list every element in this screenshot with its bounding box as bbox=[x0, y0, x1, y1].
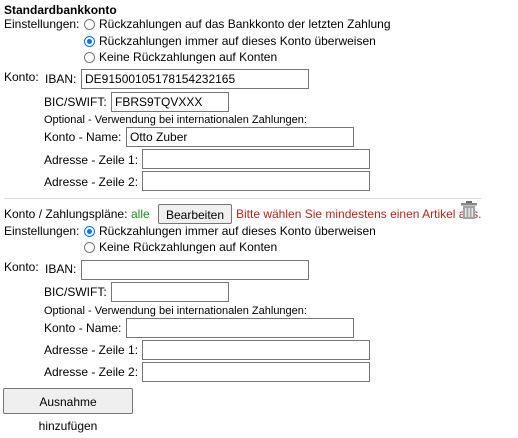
radio-no-refunds[interactable] bbox=[84, 52, 95, 63]
radio-always-this-account-2[interactable] bbox=[84, 226, 95, 237]
radio-last-payment-account[interactable] bbox=[84, 19, 95, 30]
settings-label-2: Einstellungen: bbox=[4, 224, 80, 238]
optional-note: Optional - Verwendung bei internationale… bbox=[44, 114, 307, 126]
settings-label: Einstellungen: bbox=[4, 17, 80, 31]
add-exception-button[interactable]: Ausnahme hinzufügen bbox=[3, 388, 133, 433]
bic-label: BIC/SWIFT: bbox=[44, 95, 107, 109]
account-name-input[interactable]: Otto Zuber bbox=[126, 127, 354, 147]
radio-label-last-payment-account: Rückzahlungen auf das Bankkonto der letz… bbox=[99, 17, 391, 31]
address-line1-input[interactable] bbox=[142, 149, 370, 169]
payment-plans-label: Konto / Zahlungspläne: bbox=[4, 207, 128, 221]
konto-label-2: Konto: bbox=[4, 260, 39, 274]
iban-label: IBAN: bbox=[45, 72, 77, 86]
section-divider bbox=[4, 198, 481, 199]
address-line1-label: Adresse - Zeile 1: bbox=[44, 153, 139, 167]
radio-label-no-refunds: Keine Rückzahlungen auf Konten bbox=[99, 50, 278, 64]
account-name-label: Konto - Name: bbox=[44, 130, 122, 144]
account-name-label-2: Konto - Name: bbox=[44, 321, 122, 335]
konto-label: Konto: bbox=[4, 70, 39, 84]
payment-plans-value: alle bbox=[131, 207, 150, 221]
account-name-input-2[interactable] bbox=[126, 318, 354, 338]
radio-label-always-this-account-2: Rückzahlungen immer auf dieses Konto übe… bbox=[99, 224, 376, 238]
bic-input[interactable]: FBRS9TQVXXX bbox=[111, 92, 229, 112]
address-line2-input[interactable] bbox=[142, 171, 370, 191]
radio-no-refunds-2[interactable] bbox=[84, 242, 95, 253]
edit-button[interactable]: Bearbeiten bbox=[158, 204, 232, 224]
iban-input-2[interactable] bbox=[81, 260, 309, 280]
warning-message: Bitte wählen Sie mindestens einen Artike… bbox=[236, 207, 482, 221]
address-line2-label-2: Adresse - Zeile 2: bbox=[44, 365, 139, 379]
radio-always-this-account[interactable] bbox=[84, 36, 95, 47]
section-title: Standardbankkonto bbox=[4, 3, 117, 17]
address-line1-input-2[interactable] bbox=[142, 340, 370, 360]
bic-input-2[interactable] bbox=[111, 282, 229, 302]
radio-label-no-refunds-2: Keine Rückzahlungen auf Konten bbox=[99, 240, 278, 254]
radio-label-always-this-account: Rückzahlungen immer auf dieses Konto übe… bbox=[99, 34, 376, 48]
optional-note-2: Optional - Verwendung bei internationale… bbox=[44, 305, 307, 317]
address-line2-input-2[interactable] bbox=[142, 362, 370, 382]
bic-label-2: BIC/SWIFT: bbox=[44, 285, 107, 299]
trash-icon[interactable] bbox=[460, 200, 478, 220]
address-line1-label-2: Adresse - Zeile 1: bbox=[44, 343, 139, 357]
address-line2-label: Adresse - Zeile 2: bbox=[44, 175, 139, 189]
iban-label-2: IBAN: bbox=[45, 262, 77, 276]
iban-input[interactable]: DE91500105178154232165 bbox=[81, 69, 309, 89]
